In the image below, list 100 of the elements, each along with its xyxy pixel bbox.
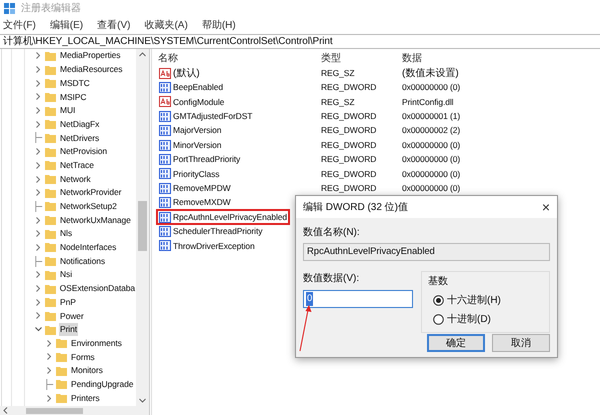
value-name-field[interactable]: RpcAuthnLevelPrivacyEnabled <box>303 243 550 261</box>
folder-icon <box>45 132 56 143</box>
value-name[interactable]: PriorityClass <box>173 168 220 180</box>
tree-item[interactable]: MUI <box>59 104 76 117</box>
chevron-right-icon[interactable] <box>36 52 41 60</box>
radio-button[interactable] <box>433 295 444 306</box>
scroll-thumb[interactable] <box>138 201 147 251</box>
tree-item[interactable]: Power <box>59 310 85 322</box>
tree-item[interactable]: NetworkProvider <box>59 186 122 200</box>
radio-button[interactable] <box>433 314 444 325</box>
value-name[interactable]: BeepEnabled <box>173 81 223 94</box>
tree-item[interactable]: PendingUpgrade <box>70 378 134 391</box>
menu-item[interactable]: 收藏夹(A) <box>144 18 188 33</box>
vertical-scrollbar[interactable] <box>136 49 149 406</box>
value-name[interactable]: RemoveMXDW <box>173 196 231 210</box>
radio-label[interactable]: 十六进制(H) <box>447 293 501 308</box>
value-name[interactable]: GMTAdjustedForDST <box>173 110 252 123</box>
tree-item[interactable]: OSExtensionDataba <box>58 282 136 295</box>
value-name[interactable]: PortThreadPriority <box>173 153 240 166</box>
chevron-right-icon[interactable] <box>36 271 41 278</box>
scroll-thumb[interactable] <box>26 408 83 414</box>
folder-icon <box>45 201 56 212</box>
chevron-down-icon[interactable] <box>35 327 42 332</box>
tree-item[interactable]: NodeInterfaces <box>59 241 118 254</box>
chevron-right-icon[interactable] <box>47 394 52 402</box>
tree-item[interactable]: Print <box>59 323 78 336</box>
binary-value-icon <box>159 140 171 151</box>
chevron-right-icon[interactable] <box>36 176 41 183</box>
chevron-right-icon[interactable] <box>47 340 52 347</box>
chevron-right-icon[interactable] <box>36 244 41 251</box>
chevron-right-icon[interactable] <box>36 162 41 169</box>
menu-item[interactable]: 编辑(E) <box>50 18 84 33</box>
value-name[interactable]: RemoveMPDW <box>173 182 231 195</box>
chevron-right-icon[interactable] <box>36 298 41 306</box>
chevron-right-icon[interactable] <box>36 312 41 320</box>
tree-item[interactable]: Forms <box>70 350 96 364</box>
chevron-right-icon[interactable] <box>36 66 41 74</box>
value-name[interactable]: (默认) <box>173 66 200 81</box>
chevron-right-icon[interactable] <box>36 148 41 156</box>
value-type: REG_SZ <box>321 66 356 80</box>
chevron-right-icon[interactable] <box>47 367 52 374</box>
annotation-arrow <box>298 304 312 352</box>
menu-item[interactable]: 查看(V) <box>97 18 130 33</box>
chevron-right-icon[interactable] <box>36 189 41 196</box>
tree-item[interactable]: NetworkUxManage <box>59 214 132 226</box>
chevron-right-icon[interactable] <box>36 107 41 114</box>
tree-item[interactable]: NetProvision <box>59 145 108 158</box>
tree-item[interactable]: MediaProperties <box>59 49 122 62</box>
chevron-right-icon[interactable] <box>36 120 41 128</box>
binary-value-icon <box>159 154 171 166</box>
tree-item[interactable]: PnP <box>59 296 77 309</box>
tree-item[interactable]: NetTrace <box>59 158 95 172</box>
value-data: 0x00000000 (0) <box>402 138 460 152</box>
tree-item[interactable]: Monitors <box>70 364 104 378</box>
tree-item[interactable]: Notifications <box>59 254 106 268</box>
tree-item[interactable]: Network <box>59 172 92 186</box>
column-header[interactable]: 数据 <box>402 51 522 66</box>
tree-item[interactable]: Nls <box>59 227 73 240</box>
menu-item[interactable]: 文件(F) <box>3 18 36 33</box>
tree-item[interactable]: Nsi <box>59 268 73 282</box>
dialog-button[interactable]: 取消 <box>492 334 550 352</box>
tree-item[interactable]: NetDrivers <box>59 132 100 144</box>
chevron-right-icon[interactable] <box>36 216 41 224</box>
chevron-right-icon[interactable] <box>36 285 41 292</box>
tree-item[interactable]: NetDiagFx <box>59 118 100 131</box>
value-name[interactable]: ConfigModule <box>173 96 224 108</box>
address-bar[interactable]: 计算机\HKEY_LOCAL_MACHINE\SYSTEM\CurrentControlSet\Control\Print <box>0 34 600 49</box>
string-value-icon <box>159 68 171 79</box>
tree-item[interactable]: Printers <box>70 392 100 404</box>
tree-item[interactable]: NetworkSetup2 <box>59 200 118 213</box>
tree-item[interactable]: MSIPC <box>59 90 88 104</box>
value-type: REG_DWORD <box>321 153 378 166</box>
folder-icon <box>45 256 56 266</box>
chevron-right-icon[interactable] <box>36 93 41 100</box>
chevron-right-icon[interactable] <box>36 80 41 87</box>
value-type: REG_DWORD <box>321 110 378 123</box>
chevron-right-icon[interactable] <box>36 230 41 238</box>
value-name[interactable]: SchedulerThreadPriority <box>173 225 262 238</box>
horizontal-scrollbar[interactable] <box>0 406 149 415</box>
tree-item[interactable]: MSDTC <box>59 76 91 90</box>
tree-item[interactable]: MediaResources <box>59 63 124 76</box>
value-name[interactable]: RpcAuthnLevelPrivacyEnabled <box>173 210 288 224</box>
tree-item[interactable]: Environments <box>70 336 123 350</box>
folder-icon <box>56 366 67 376</box>
dialog-button[interactable]: 确定 <box>427 334 485 352</box>
value-type: REG_DWORD <box>321 138 378 152</box>
value-name[interactable]: ThrowDriverException <box>173 240 255 252</box>
chevron-right-icon[interactable] <box>47 353 52 360</box>
value-data-field[interactable]: 0 <box>303 290 413 308</box>
column-header[interactable]: 类型 <box>321 51 402 66</box>
menu-item[interactable]: 帮助(H) <box>202 18 236 33</box>
binary-value-icon <box>159 240 171 252</box>
value-name[interactable]: MinorVersion <box>173 138 222 152</box>
folder-icon <box>45 215 56 226</box>
value-name[interactable]: MajorVersion <box>173 124 222 138</box>
scroll-left-icon[interactable] <box>3 407 9 414</box>
column-header[interactable]: 名称 <box>156 51 321 66</box>
value-data: 0x00000000 (0) <box>402 168 460 180</box>
radio-label[interactable]: 十进制(D) <box>447 312 491 327</box>
close-button[interactable]: × <box>542 200 550 214</box>
